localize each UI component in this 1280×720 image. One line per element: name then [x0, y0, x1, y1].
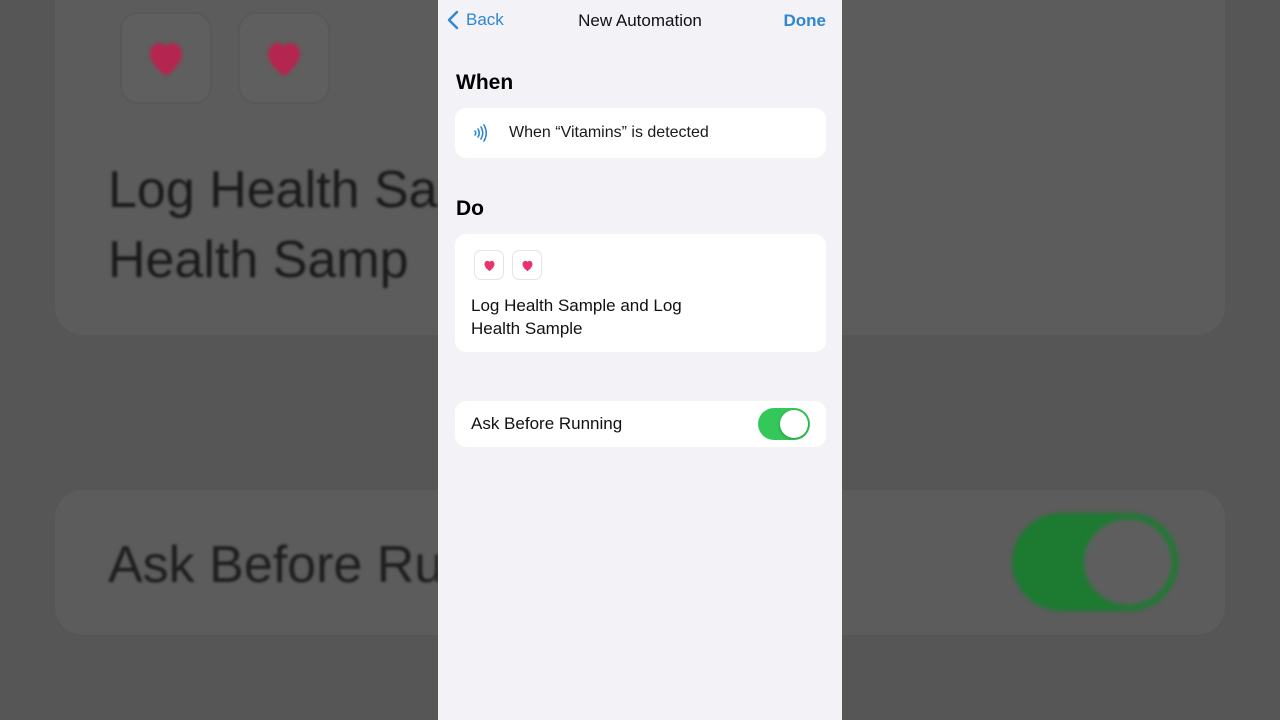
navigation-bar: Back New Automation Done [438, 0, 842, 42]
done-button[interactable]: Done [784, 11, 827, 31]
page-title: New Automation [578, 11, 702, 30]
heart-icon [484, 260, 494, 271]
do-section-header: Do [456, 197, 484, 220]
when-section-header: When [456, 71, 514, 94]
health-action-tile [512, 250, 542, 280]
action-card[interactable]: Log Health Sample and Log Health Sample [455, 234, 826, 352]
background-heart-tile [120, 12, 212, 104]
background-ask-label: Ask Before Ru [108, 536, 438, 594]
heart-icon [522, 260, 532, 271]
ask-before-running-toggle[interactable] [758, 408, 810, 440]
trigger-text: When “Vitamins” is detected [509, 124, 709, 141]
background-heart-tile [238, 12, 330, 104]
health-action-tile [474, 250, 504, 280]
nfc-icon [474, 124, 488, 142]
heart-icon [150, 43, 182, 76]
ask-before-running-row: Ask Before Running [455, 401, 826, 447]
ask-before-running-label: Ask Before Running [471, 414, 623, 433]
heart-icon [268, 43, 300, 76]
action-icons [474, 250, 542, 280]
automation-screen: Back New Automation Done When When “Vita… [438, 0, 842, 720]
background-toggle [1012, 513, 1178, 611]
background-action-title: Log Health Sa Health Samp [108, 161, 438, 289]
action-summary: Log Health Sample and Log Health Sample [471, 296, 682, 338]
trigger-row[interactable]: When “Vitamins” is detected [455, 108, 826, 158]
